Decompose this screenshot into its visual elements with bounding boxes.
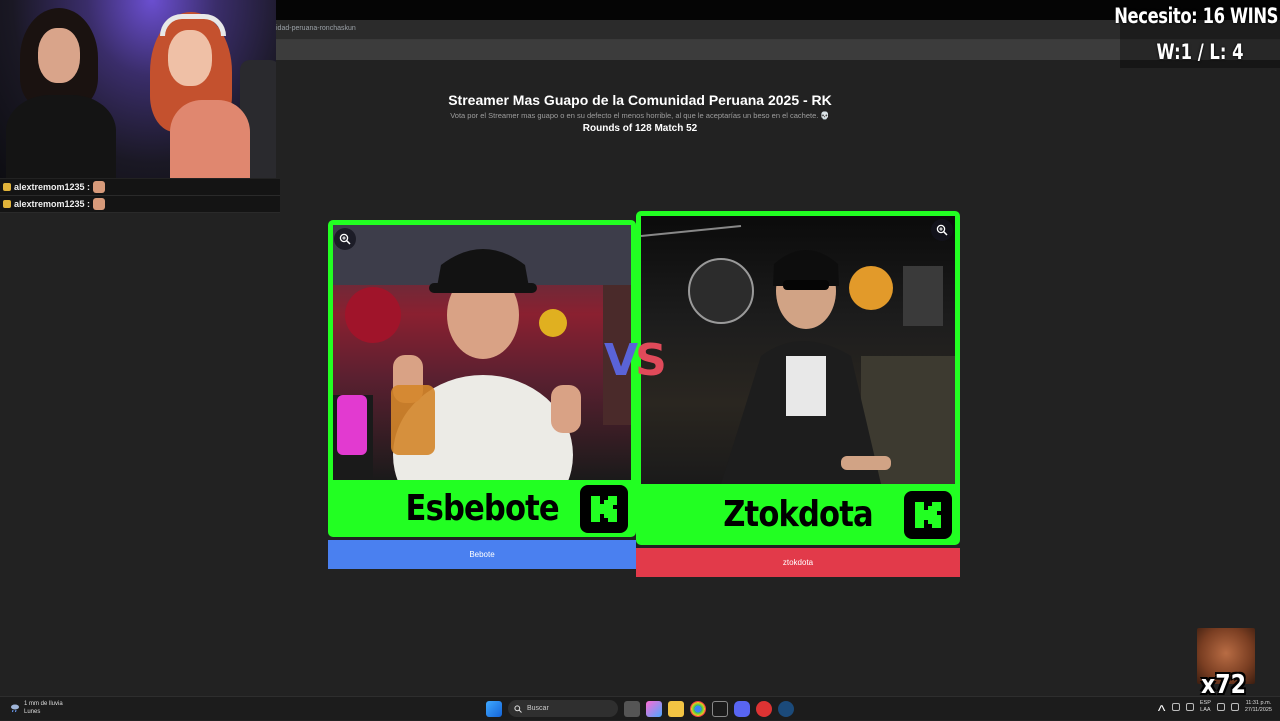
page-subtitle: Vota por el Streamer mas guapo o en su d… xyxy=(450,111,830,120)
rain-cloud-icon xyxy=(11,704,19,713)
webcam-overlay xyxy=(0,0,276,178)
discord-icon[interactable] xyxy=(734,700,750,717)
wifi-icon[interactable] xyxy=(1216,703,1225,711)
weather-day: Lunes xyxy=(24,709,41,715)
vs-letter-s: S xyxy=(635,335,667,386)
contestant-illustration-right xyxy=(641,225,955,484)
contestant-illustration-left xyxy=(333,225,631,480)
zoom-in-button[interactable] xyxy=(931,219,953,241)
magnifier-plus-icon xyxy=(339,233,351,245)
speaker-icon[interactable] xyxy=(1230,703,1239,711)
language-code: ESP xyxy=(1199,700,1211,706)
emote-combo-overlay: x72 xyxy=(1197,628,1255,700)
clock[interactable]: 11:31 p.m. 27/11/2025 xyxy=(1245,700,1272,714)
emote-icon xyxy=(93,181,106,193)
zoom-in-button[interactable] xyxy=(334,228,356,250)
page-title: Streamer Mas Guapo de la Comunidad Perua… xyxy=(448,92,832,108)
nameplate-right: Ztokdota xyxy=(636,484,960,545)
taskbar-search[interactable]: Buscar xyxy=(508,700,618,717)
recording-app-icon[interactable] xyxy=(756,700,772,717)
nameplate-left: Esbebote xyxy=(328,480,636,537)
weather-widget[interactable]: 1 mm de lluvia Lunes xyxy=(10,700,63,716)
language-indicator[interactable]: ESP LAA xyxy=(1200,700,1211,714)
chat-username: alextremom1235 : xyxy=(14,199,91,209)
versus-label: VS xyxy=(604,335,667,386)
streamer-2-face xyxy=(168,30,212,86)
vs-letter-v: V xyxy=(604,335,638,386)
vote-right-button[interactable]: ztokdota xyxy=(636,548,960,577)
streamer-1-body xyxy=(6,95,116,178)
vote-left-button[interactable]: Bebote xyxy=(328,540,636,569)
windows-start-icon[interactable] xyxy=(486,700,502,717)
weather-condition: 1 mm de lluvia xyxy=(24,701,63,707)
round-info: Rounds of 128 Match 52 xyxy=(582,123,698,134)
task-view-icon[interactable] xyxy=(624,700,640,717)
clock-date: 27/11/2025 xyxy=(1244,707,1272,713)
contestant-card-right[interactable]: Ztokdota xyxy=(636,211,960,545)
steam-icon[interactable] xyxy=(778,700,794,717)
kick-k-icon xyxy=(915,502,941,528)
chat-username: alextremom1235 : xyxy=(14,182,91,192)
network-icon[interactable] xyxy=(1171,703,1180,711)
file-explorer-icon[interactable] xyxy=(668,700,684,717)
subscriber-badge-icon xyxy=(3,200,11,208)
system-tray: ^ ESP LAA 11:31 p.m. 27/11/2025 xyxy=(1158,700,1272,720)
wins-needed-text: Necesito: 16 WINS xyxy=(1114,4,1278,28)
kick-logo-icon xyxy=(904,491,952,539)
contestant-name-right: Ztokdota xyxy=(723,494,873,535)
kick-logo-icon xyxy=(580,485,628,533)
windows-taskbar: 1 mm de lluvia Lunes Buscar ^ ESP LAA 11… xyxy=(0,696,1280,720)
magnifier-plus-icon xyxy=(936,224,948,236)
volume-icon[interactable] xyxy=(1185,703,1194,711)
search-icon xyxy=(514,704,522,713)
kick-k-icon xyxy=(591,496,617,522)
capcut-icon[interactable] xyxy=(712,700,728,717)
win-loss-record: W:1 / L: 4 xyxy=(1157,40,1244,64)
streamer-1-face xyxy=(38,28,80,83)
taskbar-apps: Buscar xyxy=(486,700,794,717)
chat-message: alextremom1235 : xyxy=(0,179,280,196)
copilot-icon[interactable] xyxy=(646,700,662,717)
keyboard-layout: LAA xyxy=(1200,707,1211,713)
contestant-name-left: Esbebote xyxy=(405,488,559,529)
contestant-photo-right[interactable] xyxy=(641,216,955,484)
chat-message: alextremom1235 : xyxy=(0,196,280,213)
chat-overlay: alextremom1235 : alextremom1235 : xyxy=(0,179,280,213)
address-url[interactable]: idad-peruana-ronchaskun xyxy=(276,25,356,32)
subscriber-badge-icon xyxy=(3,183,11,191)
contestant-card-left[interactable]: Esbebote xyxy=(328,220,636,537)
chevron-up-icon[interactable]: ^ xyxy=(1158,703,1166,720)
clock-time: 11:31 p.m. xyxy=(1245,700,1272,706)
streamer-2-body xyxy=(170,100,250,178)
contestant-photo-left[interactable] xyxy=(333,225,631,480)
search-placeholder: Buscar xyxy=(527,705,549,712)
chrome-icon[interactable] xyxy=(690,700,706,717)
headphones xyxy=(160,14,226,36)
emote-icon xyxy=(93,198,106,210)
